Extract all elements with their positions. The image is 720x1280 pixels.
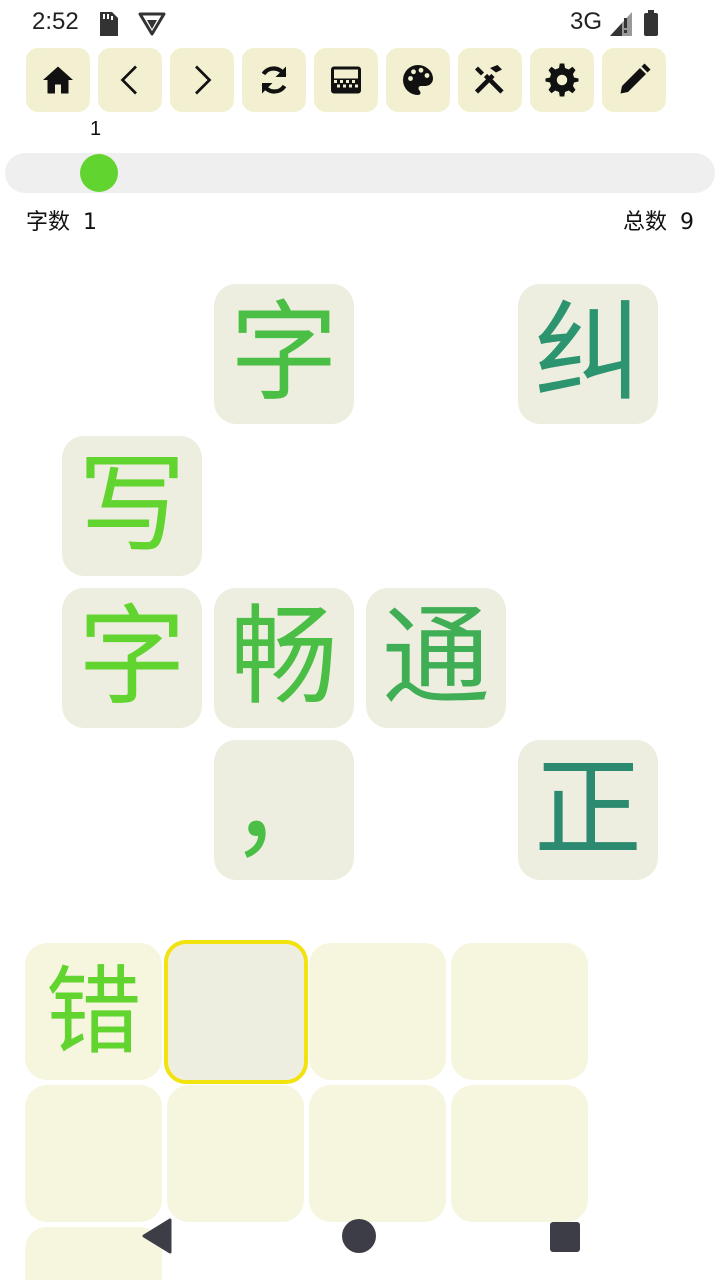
slider-thumb[interactable]	[80, 154, 118, 192]
char-count-label: 字数	[26, 210, 71, 235]
total-count-value: 9	[680, 210, 694, 235]
settings-button[interactable]	[530, 48, 594, 112]
status-time: 2:52	[32, 8, 79, 35]
keyboard-button[interactable]	[314, 48, 378, 112]
sd-card-icon	[100, 12, 118, 36]
puzzle-tile[interactable]: 纠	[518, 284, 658, 424]
home-button[interactable]	[26, 48, 90, 112]
battery-icon	[644, 10, 658, 36]
nav-bar	[0, 1200, 720, 1280]
answer-cell[interactable]	[309, 943, 446, 1080]
edit-button[interactable]	[602, 48, 666, 112]
refresh-icon	[261, 66, 287, 94]
total-count-label: 总数	[622, 210, 667, 235]
total-count: 总数 9	[623, 204, 694, 236]
back-button[interactable]	[98, 48, 162, 112]
nav-recents-button[interactable]	[540, 1212, 588, 1260]
vpn-icon	[138, 12, 166, 36]
palette-icon	[403, 65, 433, 95]
slider-value: 1	[90, 118, 102, 140]
circle-home-icon	[342, 1219, 376, 1253]
signal-icon	[610, 12, 632, 36]
char-count: 字数 1	[26, 204, 97, 236]
square-recents-icon	[550, 1222, 580, 1252]
puzzle-tile[interactable]: 字	[214, 284, 354, 424]
char-count-value: 1	[83, 210, 98, 235]
status-bar: 2:52 3G	[0, 0, 720, 48]
tools-button[interactable]	[458, 48, 522, 112]
chevron-left-icon	[120, 65, 137, 95]
refresh-button[interactable]	[242, 48, 306, 112]
puzzle-tile[interactable]: ，	[214, 740, 354, 880]
forward-button[interactable]	[170, 48, 234, 112]
puzzle-tile[interactable]: 通	[366, 588, 506, 728]
answer-cell[interactable]: 错	[25, 943, 162, 1080]
puzzle-tile[interactable]: 字	[62, 588, 202, 728]
pencil-icon	[620, 63, 651, 94]
keyboard-grid-icon	[331, 66, 361, 94]
network-type: 3G	[569, 8, 602, 35]
status-left-icons	[98, 10, 178, 42]
answer-cell[interactable]	[451, 943, 588, 1080]
puzzle-tile[interactable]: 写	[62, 436, 202, 576]
nav-home-button[interactable]	[335, 1212, 383, 1260]
nav-back-button[interactable]	[132, 1212, 180, 1260]
triangle-back-icon	[142, 1218, 172, 1254]
chevron-right-icon	[195, 65, 212, 95]
tools-icon	[474, 65, 504, 94]
palette-button[interactable]	[386, 48, 450, 112]
home-icon	[43, 66, 73, 94]
puzzle-tile[interactable]: 正	[518, 740, 658, 880]
puzzle-tile[interactable]: 畅	[214, 588, 354, 728]
status-right-icons	[608, 10, 668, 42]
gear-icon	[545, 63, 579, 97]
answer-cell-selected[interactable]	[164, 940, 308, 1084]
